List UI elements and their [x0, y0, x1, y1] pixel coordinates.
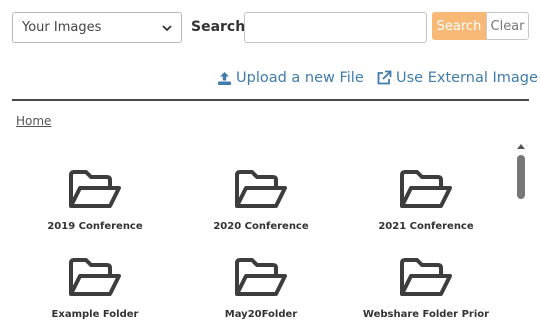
scroll-up-arrow-icon[interactable]	[516, 141, 526, 151]
chevron-down-icon	[162, 25, 172, 32]
search-label: Search	[191, 19, 246, 35]
folder-open-icon	[69, 170, 121, 208]
folder-item[interactable]: May20Folder	[191, 256, 331, 320]
breadcrumb-home[interactable]: Home	[16, 114, 51, 128]
folder-name: May20Folder	[224, 309, 298, 320]
folder-open-icon	[69, 258, 121, 296]
folder-item[interactable]: 2020 Conference	[191, 168, 331, 232]
upload-file-link[interactable]: Upload a new File	[217, 70, 364, 86]
folder-name: 2019 Conference	[47, 221, 143, 232]
folder-item[interactable]: Example Folder	[25, 256, 165, 320]
folder-open-icon	[235, 170, 287, 208]
folder-item[interactable]: 2019 Conference	[25, 168, 165, 232]
divider	[12, 99, 529, 101]
folder-name: Webshare Folder Prior	[362, 309, 490, 320]
folder-name: 2020 Conference	[213, 221, 309, 232]
upload-file-label: Upload a new File	[236, 70, 364, 86]
search-button[interactable]: Search	[432, 12, 486, 40]
folder-name: Example Folder	[51, 309, 139, 320]
folder-item[interactable]: Webshare Folder Prior	[356, 256, 496, 320]
source-select-value: Your Images	[22, 20, 102, 35]
use-external-image-link[interactable]: Use External Image	[376, 70, 538, 86]
scrollbar-thumb[interactable]	[517, 155, 525, 199]
upload-icon	[218, 71, 231, 85]
clear-button[interactable]: Clear	[486, 12, 529, 40]
use-external-image-label: Use External Image	[396, 70, 538, 86]
folder-open-icon	[235, 258, 287, 296]
folder-name: 2021 Conference	[378, 221, 474, 232]
folder-open-icon	[400, 170, 452, 208]
external-link-icon	[377, 70, 392, 85]
folder-open-icon	[400, 258, 452, 296]
search-input[interactable]	[244, 12, 427, 43]
source-select[interactable]: Your Images	[12, 12, 182, 43]
folder-item[interactable]: 2021 Conference	[356, 168, 496, 232]
